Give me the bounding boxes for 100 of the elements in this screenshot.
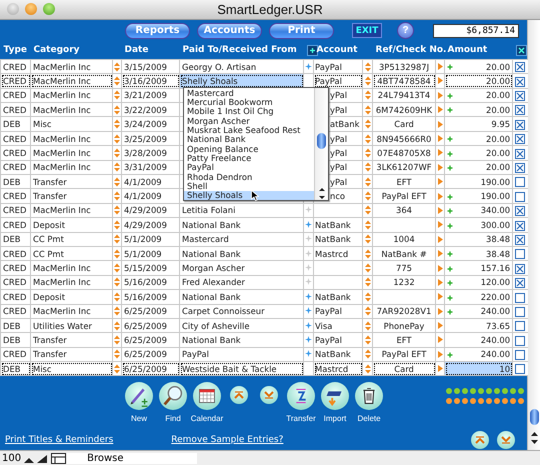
category-cell[interactable]: Transfer [30,174,112,189]
column-header[interactable]: Date [124,45,148,56]
mode-label[interactable]: Browse [67,452,198,464]
account-cell[interactable]: Mastrcd [314,246,363,261]
type-cell[interactable]: CRED [0,146,30,160]
payee-cell[interactable]: Mastercard [180,232,304,246]
spinner-icon[interactable] [113,62,121,72]
checkbox[interactable] [515,163,526,173]
date-cell[interactable]: 4/29/2009 [122,203,180,218]
date-cell[interactable]: 4/29/2009 [122,218,180,232]
checkbox[interactable] [515,120,526,130]
reference-cell[interactable]: 24L79413T4 [372,88,436,103]
dropdown-item[interactable]: Muskrat Lake Seafood Rest [184,126,314,136]
type-cell[interactable]: DEB [0,232,30,246]
reference-cell[interactable]: PayPal EFT [372,347,436,362]
checkbox[interactable] [515,278,526,288]
type-cell[interactable]: CRED [0,160,30,174]
spinner-icon[interactable] [113,220,121,230]
spinner-icon[interactable] [113,334,121,345]
exit-button[interactable]: EXIT [352,23,382,38]
account-cell[interactable]: PayPal [314,74,363,88]
star-icon[interactable] [305,235,312,242]
close-icon[interactable] [516,44,527,56]
dropdown-item[interactable]: Patty Freelance [184,154,314,164]
checkbox[interactable] [515,192,526,202]
spinner-icon[interactable] [364,334,372,345]
category-cell[interactable]: MacMerlin Inc [30,74,112,88]
type-cell[interactable]: CRED [0,203,30,218]
reference-cell[interactable]: 364 [372,203,436,218]
dropdown-item[interactable]: Shelly Shoals [184,191,314,200]
spinner-icon[interactable] [364,134,372,144]
dropdown-item[interactable]: Mobile 1 Inst Oil Chg [184,107,314,117]
payee-cell[interactable]: National Bank [180,246,304,261]
date-cell[interactable]: 5/16/2009 [122,275,180,290]
type-cell[interactable]: DEB [0,318,30,333]
date-cell[interactable]: 3/28/2009 [122,146,180,160]
type-cell[interactable]: DEB [0,174,30,189]
reference-cell[interactable]: PhonePay [372,318,436,333]
checkbox[interactable] [515,292,526,303]
account-cell[interactable]: PayPal [314,304,363,318]
reference-cell[interactable]: 1004 [372,232,436,246]
payee-cell[interactable]: City of Asheville [180,318,304,333]
account-cell[interactable]: PayPal [314,59,363,74]
category-cell[interactable]: Misc [30,362,112,376]
star-icon[interactable] [305,264,312,272]
date-cell[interactable]: 3/22/2009 [122,102,180,117]
reference-cell[interactable]: 3LK61207WF [372,160,436,174]
reference-cell[interactable]: PayPal EFT [372,188,436,204]
type-cell[interactable]: CRED [0,347,30,362]
spinner-icon[interactable] [113,134,121,144]
star-icon[interactable] [305,278,312,286]
column-header[interactable]: Category [34,45,80,56]
payee-cell[interactable]: National Bank [180,332,304,348]
spinner-icon[interactable] [364,119,372,130]
category-cell[interactable]: CC Pmt [30,232,112,246]
payee-cell[interactable]: Morgan Ascher [180,260,304,276]
date-cell[interactable]: 6/25/2009 [122,304,180,318]
category-cell[interactable]: Utilities Water [30,318,112,333]
scroll-bar[interactable] [527,20,540,450]
zoom-level[interactable]: 100 [0,452,24,464]
reference-cell[interactable]: 775 [372,260,436,276]
date-cell[interactable]: 3/16/2009 [122,74,180,88]
date-cell[interactable]: 6/25/2009 [122,318,180,333]
date-cell[interactable]: 5/16/2009 [122,290,180,304]
spinner-icon[interactable] [113,248,121,259]
column-header[interactable]: Amount [448,45,488,56]
reference-cell[interactable]: NatBank # [372,246,436,261]
reference-cell[interactable]: 07E48705X8 [372,146,436,160]
checkbox[interactable] [515,206,526,216]
category-cell[interactable]: Transfer [30,332,112,348]
type-cell[interactable]: CRED [0,275,30,290]
date-cell[interactable]: 3/24/2009 [122,116,180,132]
type-cell[interactable]: DEB [0,332,30,348]
category-cell[interactable]: MacMerlin Inc [30,275,112,290]
type-cell[interactable]: CRED [0,59,30,74]
star-icon[interactable] [305,220,312,228]
spinner-icon[interactable] [113,104,121,115]
payee-cell[interactable]: Fred Alexander [180,275,304,290]
star-icon[interactable] [305,307,312,314]
type-cell[interactable]: CRED [0,218,30,232]
spinner-icon[interactable] [113,306,121,316]
category-cell[interactable]: CC Pmt [30,246,112,261]
payee-cell[interactable]: Westside Bait & Tackle [180,362,304,376]
checkbox[interactable] [515,350,526,360]
star-icon[interactable] [305,206,312,214]
spinner-icon[interactable] [113,205,121,216]
type-cell[interactable]: CRED [0,188,30,204]
date-cell[interactable]: 6/25/2009 [122,362,180,376]
spinner-icon[interactable] [364,176,372,187]
account-cell[interactable]: Mastrcd [314,362,363,376]
spinner-icon[interactable] [113,277,121,288]
payee-cell[interactable]: Carpet Connoisseur [180,304,304,318]
star-icon[interactable] [305,336,312,343]
type-cell[interactable]: CRED [0,74,30,88]
dropdown-item[interactable]: PayPal [184,163,314,173]
checkbox[interactable] [515,321,526,332]
spinner-icon[interactable] [364,220,372,230]
dropdown-item[interactable]: Morgan Ascher [184,116,314,126]
dropdown-item[interactable]: Shell [184,182,314,192]
spinner-icon[interactable] [113,234,121,244]
